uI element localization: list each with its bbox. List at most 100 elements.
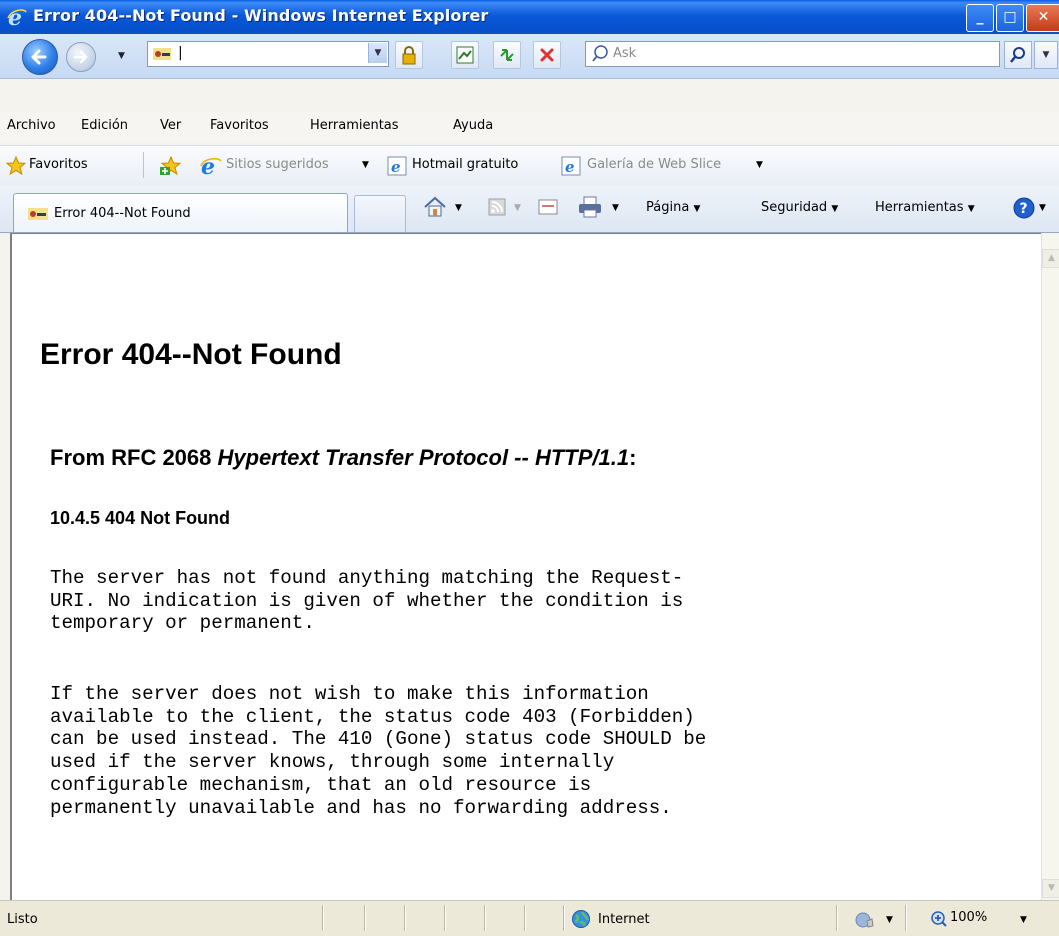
suggested-sites-link[interactable]: Sitios sugeridos [226, 157, 329, 172]
security-menu-label: Seguridad [761, 200, 828, 215]
search-field[interactable]: Ask [585, 41, 1000, 67]
status-divider [444, 905, 445, 931]
favorites-label: Favoritos [29, 157, 88, 172]
internet-explorer-icon: e [7, 6, 27, 28]
status-divider [364, 905, 365, 931]
vertical-scrollbar[interactable]: ▲ ▼ [1041, 233, 1059, 900]
favorites-star-icon [6, 156, 26, 176]
home-dropdown-icon[interactable]: ▼ [455, 203, 462, 213]
browser-window: e Error 404--Not Found - Windows Interne… [0, 0, 1059, 936]
status-text: Listo [7, 912, 38, 927]
back-button[interactable] [22, 39, 58, 75]
favorites-bar: Favoritos e Sitios sugeridos ▼ e Hotmail… [0, 145, 1059, 187]
forward-arrow-icon [73, 50, 88, 64]
paragraph-2: If the server does not wish to make this… [50, 683, 707, 819]
svg-text:?: ? [1020, 201, 1028, 217]
close-icon: ✕ [1037, 9, 1050, 25]
search-placeholder: Ask [613, 46, 637, 61]
status-divider [905, 905, 906, 931]
search-options-dropdown[interactable]: ▼ [1034, 41, 1058, 69]
forward-button[interactable] [66, 42, 96, 72]
address-dropdown-icon[interactable]: ▼ [368, 43, 387, 63]
tab-error-404[interactable]: Error 404--Not Found [13, 193, 348, 232]
read-mail-icon[interactable] [538, 199, 558, 215]
status-divider [524, 905, 525, 931]
recent-pages-dropdown-icon[interactable]: ▼ [118, 51, 125, 61]
search-button[interactable] [1004, 41, 1032, 69]
favorites-divider [143, 152, 144, 178]
page-content[interactable]: Error 404--Not Found From RFC 2068 Hyper… [10, 233, 1043, 901]
status-divider [836, 905, 837, 931]
zoom-level[interactable]: 100% [950, 910, 987, 925]
page-heading: Error 404--Not Found [40, 338, 342, 371]
security-menu[interactable]: Seguridad ▼ [761, 200, 838, 215]
refresh-button[interactable] [493, 41, 521, 69]
protected-mode-icon[interactable] [855, 911, 875, 929]
web-slice-gallery-link[interactable]: Galería de Web Slice [587, 157, 721, 172]
compatibility-view-icon [456, 46, 474, 64]
refresh-icon [500, 49, 514, 61]
status-divider [404, 905, 405, 931]
new-tab-button[interactable] [354, 195, 406, 232]
add-to-favorites-icon[interactable] [159, 155, 183, 177]
compatibility-view-button[interactable] [451, 41, 479, 69]
minimize-icon: _ [976, 9, 984, 25]
svg-text:e: e [565, 158, 575, 176]
rfc-subheading-prefix: From RFC 2068 [50, 445, 218, 470]
menu-ayuda[interactable]: Ayuda [453, 118, 493, 133]
maximize-button[interactable]: □ [996, 4, 1024, 32]
page-menu[interactable]: Página ▼ [646, 200, 700, 215]
search-icon [592, 45, 608, 62]
home-icon[interactable] [422, 194, 448, 220]
tab-bar: Error 404--Not Found ▼ ▼ ▼ Página ▼ Segu… [0, 186, 1059, 233]
zoom-dropdown-icon[interactable]: ▼ [1020, 915, 1027, 925]
status-bar: Listo Internet ▼ 100% ▼ [0, 900, 1059, 936]
menu-favoritos[interactable]: Favoritos [210, 118, 269, 133]
print-dropdown-icon[interactable]: ▼ [612, 203, 619, 213]
print-icon[interactable] [577, 195, 603, 219]
scroll-down-icon[interactable]: ▼ [1042, 879, 1059, 898]
maximize-icon: □ [1003, 9, 1017, 25]
title-bar[interactable]: e Error 404--Not Found - Windows Interne… [0, 0, 1059, 34]
menu-edicion[interactable]: Edición [81, 118, 128, 133]
security-lock-button[interactable] [395, 41, 423, 69]
menu-archivo[interactable]: Archivo [7, 118, 56, 133]
stop-icon [540, 48, 554, 62]
chevron-down-icon: ▼ [967, 204, 975, 214]
close-button[interactable]: ✕ [1026, 4, 1059, 32]
stop-button[interactable] [533, 41, 561, 69]
security-zone-label[interactable]: Internet [598, 912, 650, 927]
tab-favicon-icon [28, 208, 48, 220]
chevron-down-icon: ▼ [1042, 50, 1050, 60]
lock-icon [402, 46, 416, 65]
tab-label: Error 404--Not Found [54, 206, 191, 221]
scroll-up-icon[interactable]: ▲ [1042, 249, 1059, 268]
section-heading: 10.4.5 404 Not Found [50, 508, 231, 528]
svg-text:e: e [391, 158, 401, 176]
back-arrow-icon [31, 49, 47, 65]
rfc-subheading-suffix: : [629, 445, 637, 470]
menu-herramientas[interactable]: Herramientas [310, 118, 399, 133]
suggested-sites-dropdown-icon[interactable]: ▼ [362, 160, 369, 170]
protected-mode-dropdown-icon[interactable]: ▼ [886, 915, 893, 925]
internet-zone-globe-icon [572, 910, 590, 928]
status-divider [322, 905, 323, 931]
rfc-title: Hypertext Transfer Protocol -- HTTP/1.1 [217, 445, 630, 470]
web-slice-dropdown-icon[interactable]: ▼ [756, 160, 763, 170]
menu-ver[interactable]: Ver [160, 118, 181, 133]
chevron-down-icon: ▼ [831, 204, 839, 214]
address-value: | [178, 45, 183, 61]
ie-suggested-sites-icon: e [200, 155, 222, 177]
navigation-bar: ▼ | ▼ Ask ▼ [0, 34, 1059, 79]
zoom-icon[interactable] [930, 910, 948, 928]
tools-menu[interactable]: Herramientas ▼ [875, 200, 975, 215]
help-icon[interactable]: ? [1012, 196, 1036, 220]
hotmail-link[interactable]: Hotmail gratuito [412, 157, 518, 172]
minimize-button[interactable]: _ [966, 4, 994, 32]
hotmail-page-icon: e [387, 156, 407, 176]
feeds-icon[interactable] [488, 198, 506, 216]
page-menu-label: Página [646, 200, 690, 215]
help-dropdown-icon[interactable]: ▼ [1039, 203, 1046, 213]
address-field[interactable]: | ▼ [147, 41, 389, 67]
rfc-subheading: From RFC 2068 Hypertext Transfer Protoco… [50, 445, 636, 471]
